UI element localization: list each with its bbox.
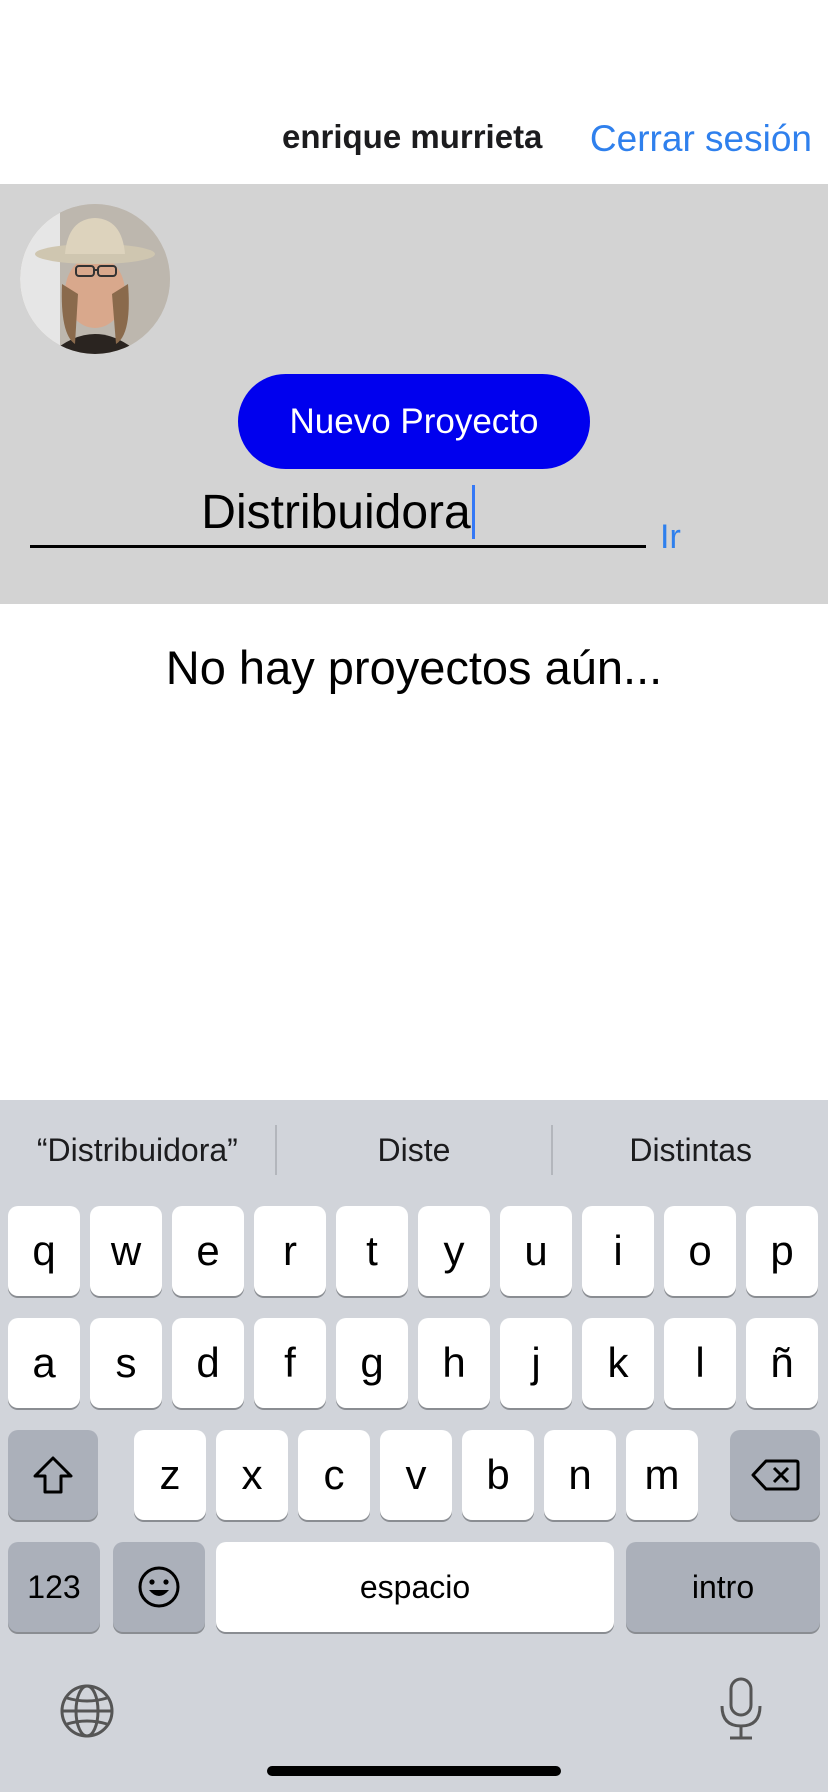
suggestion-bar: “Distribuidora” Diste Distintas	[0, 1100, 828, 1200]
project-name-input[interactable]: Distribuidora	[30, 484, 646, 548]
key-s[interactable]: s	[90, 1318, 162, 1408]
return-key[interactable]: intro	[626, 1542, 820, 1632]
text-caret	[471, 485, 475, 539]
keyboard: “Distribuidora” Diste Distintas qwertyui…	[0, 1100, 828, 1792]
go-button[interactable]: Ir	[660, 518, 681, 557]
key-ñ[interactable]: ñ	[746, 1318, 818, 1408]
key-b[interactable]: b	[462, 1430, 534, 1520]
key-c[interactable]: c	[298, 1430, 370, 1520]
key-i[interactable]: i	[582, 1206, 654, 1296]
key-h[interactable]: h	[418, 1318, 490, 1408]
new-project-button[interactable]: Nuevo Proyecto	[238, 374, 590, 469]
logout-button[interactable]: Cerrar sesión	[590, 118, 812, 160]
key-p[interactable]: p	[746, 1206, 818, 1296]
key-f[interactable]: f	[254, 1318, 326, 1408]
key-k[interactable]: k	[582, 1318, 654, 1408]
key-r[interactable]: r	[254, 1206, 326, 1296]
key-v[interactable]: v	[380, 1430, 452, 1520]
avatar-image	[20, 204, 170, 354]
key-y[interactable]: y	[418, 1206, 490, 1296]
key-q[interactable]: q	[8, 1206, 80, 1296]
suggestion-2[interactable]: Diste	[277, 1100, 552, 1200]
key-w[interactable]: w	[90, 1206, 162, 1296]
project-name-value: Distribuidora	[201, 486, 471, 539]
key-g[interactable]: g	[336, 1318, 408, 1408]
suggestion-3[interactable]: Distintas	[553, 1100, 828, 1200]
avatar[interactable]	[20, 204, 170, 354]
backspace-icon	[751, 1459, 800, 1491]
key-a[interactable]: a	[8, 1318, 80, 1408]
empty-projects-message: No hay proyectos aún...	[165, 641, 663, 694]
numbers-key[interactable]: 123	[8, 1542, 100, 1632]
key-e[interactable]: e	[172, 1206, 244, 1296]
delete-key[interactable]	[730, 1430, 820, 1520]
key-j[interactable]: j	[500, 1318, 572, 1408]
user-name: enrique murrieta	[282, 118, 543, 155]
key-l[interactable]: l	[664, 1318, 736, 1408]
space-key[interactable]: espacio	[216, 1542, 614, 1632]
suggestion-1[interactable]: “Distribuidora”	[0, 1100, 275, 1200]
key-n[interactable]: n	[544, 1430, 616, 1520]
top-bar: enrique murrieta Cerrar sesión	[0, 0, 828, 184]
key-o[interactable]: o	[664, 1206, 736, 1296]
key-d[interactable]: d	[172, 1318, 244, 1408]
profile-panel: Nuevo Proyecto Distribuidora Ir	[0, 184, 828, 604]
dictation-button[interactable]	[716, 1676, 766, 1742]
key-z[interactable]: z	[134, 1430, 206, 1520]
key-u[interactable]: u	[500, 1206, 572, 1296]
globe-button[interactable]	[58, 1682, 116, 1740]
microphone-icon	[720, 1677, 762, 1740]
shift-icon	[33, 1456, 73, 1494]
key-m[interactable]: m	[626, 1430, 698, 1520]
shift-key[interactable]	[8, 1430, 98, 1520]
globe-icon	[60, 1684, 114, 1738]
emoji-icon	[138, 1566, 180, 1608]
key-t[interactable]: t	[336, 1206, 408, 1296]
key-x[interactable]: x	[216, 1430, 288, 1520]
emoji-key[interactable]	[113, 1542, 205, 1632]
home-indicator	[267, 1766, 561, 1776]
